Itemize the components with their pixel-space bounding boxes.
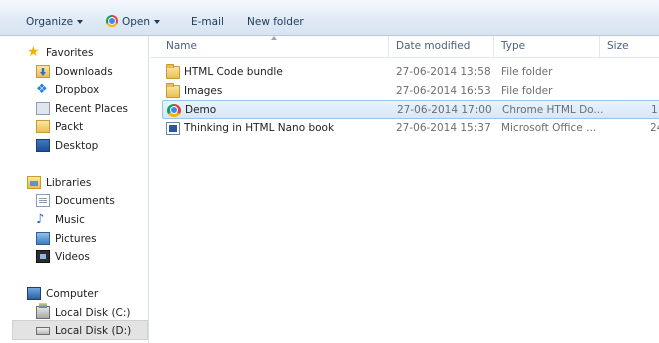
new-folder-button[interactable]: New folder <box>247 14 304 30</box>
organize-button[interactable]: Organize <box>26 14 84 30</box>
chevron-down-icon <box>154 20 161 24</box>
pictures-icon <box>36 232 50 245</box>
column-divider[interactable] <box>388 36 389 58</box>
file-size: 1 K <box>651 104 659 116</box>
nav-item-label: Pictures <box>55 233 97 245</box>
file-name: Images <box>184 85 223 97</box>
organize-label: Organize <box>26 16 74 28</box>
file-name: Demo <box>185 104 217 116</box>
nav-item-label: Packt <box>55 121 84 133</box>
command-toolbar: Organize Open E-mail New folder <box>0 0 659 36</box>
nav-item-label: Local Disk (C:) <box>55 307 131 319</box>
navigation-pane: ★ Favorites Downloads ❖ Dropbox Recent P… <box>0 36 149 343</box>
nav-item-label: Music <box>55 214 85 226</box>
nav-item-label: Dropbox <box>55 84 100 96</box>
system-drive-icon <box>36 303 50 319</box>
file-size: 24 K <box>650 122 659 134</box>
column-header-size[interactable]: Size <box>607 40 629 52</box>
sort-ascending-icon <box>271 36 277 40</box>
file-date-modified: 27-06-2014 15:37 <box>396 122 491 134</box>
nav-item-label: Desktop <box>55 140 99 152</box>
nav-item-label: Documents <box>55 195 115 207</box>
file-row-selected[interactable]: Demo 27-06-2014 17:00 Chrome HTML Do... … <box>162 100 659 119</box>
folder-icon <box>36 120 50 133</box>
music-icon: ♪ <box>36 212 45 227</box>
libraries-icon <box>27 176 41 189</box>
file-name: HTML Code bundle <box>184 66 283 78</box>
column-header-type[interactable]: Type <box>501 40 525 52</box>
file-type: File folder <box>501 85 553 97</box>
folder-icon <box>166 83 180 98</box>
downloads-icon <box>36 65 50 78</box>
nav-computer-label: Computer <box>46 288 99 300</box>
nav-libraries-label: Libraries <box>46 177 92 189</box>
nav-item-label: Downloads <box>55 66 113 78</box>
nav-item-label: Recent Places <box>55 103 129 115</box>
dropbox-icon: ❖ <box>36 82 48 97</box>
file-type: Chrome HTML Do... <box>502 104 604 116</box>
file-date-modified: 27-06-2014 17:00 <box>397 104 492 116</box>
file-type: Microsoft Office ... <box>501 122 597 134</box>
file-date-modified: 27-06-2014 16:53 <box>396 85 491 97</box>
recent-places-icon <box>36 102 50 115</box>
desktop-icon <box>36 139 50 152</box>
column-header-date-modified[interactable]: Date modified <box>396 40 470 52</box>
videos-icon <box>36 250 50 263</box>
open-label: Open <box>122 16 151 28</box>
word-document-icon <box>166 122 180 135</box>
open-button[interactable]: Open <box>106 14 161 30</box>
column-divider[interactable] <box>493 36 494 58</box>
file-row[interactable]: Thinking in HTML Nano book 27-06-2014 15… <box>162 119 659 138</box>
nav-item-label: Local Disk (D:) <box>55 325 132 337</box>
file-date-modified: 27-06-2014 13:58 <box>396 66 491 78</box>
chrome-icon <box>167 104 181 117</box>
file-row[interactable]: HTML Code bundle 27-06-2014 13:58 File f… <box>162 63 659 82</box>
chevron-down-icon <box>77 20 84 24</box>
file-row[interactable]: Images 27-06-2014 16:53 File folder <box>162 82 659 101</box>
column-header-name[interactable]: Name <box>166 40 197 52</box>
column-header-row: Name Date modified Type Size <box>150 36 659 58</box>
folder-icon <box>166 64 180 79</box>
computer-icon <box>27 287 41 300</box>
chrome-icon <box>106 15 118 27</box>
documents-icon <box>36 194 50 207</box>
nav-favorites-label: Favorites <box>46 47 94 59</box>
drive-icon <box>36 327 50 335</box>
file-type: File folder <box>501 66 553 78</box>
file-name: Thinking in HTML Nano book <box>184 122 335 134</box>
star-icon: ★ <box>27 44 40 60</box>
nav-item-label: Videos <box>55 251 90 263</box>
column-divider[interactable] <box>599 36 600 58</box>
email-button[interactable]: E-mail <box>191 14 224 30</box>
